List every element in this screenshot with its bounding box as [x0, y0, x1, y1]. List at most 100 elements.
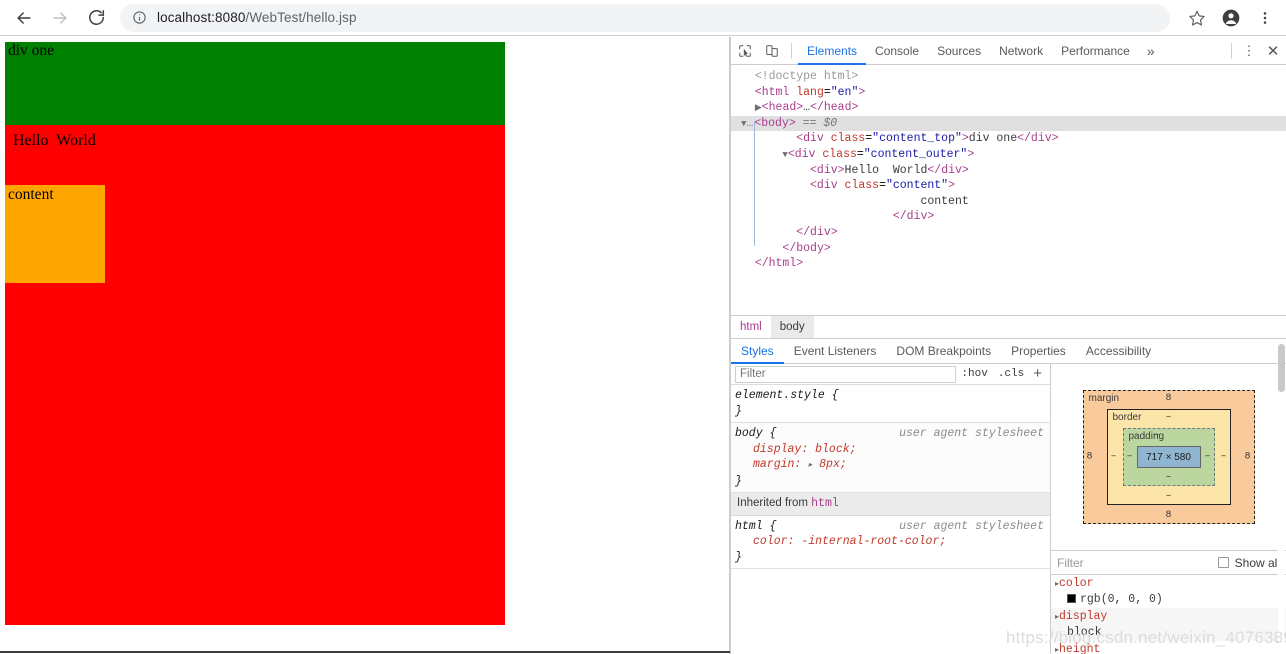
style-rule[interactable]: body {user agent stylesheet display: bloc…: [731, 423, 1050, 493]
site-info-icon[interactable]: [132, 10, 147, 25]
border-right-value[interactable]: –: [1220, 452, 1226, 463]
dom-node-line[interactable]: <div class="content">: [731, 178, 1286, 194]
devtools-tab-network[interactable]: Network: [990, 37, 1052, 64]
chevron-right-icon[interactable]: ▶: [755, 103, 762, 113]
border-bottom-value[interactable]: –: [1108, 491, 1230, 502]
devtools-tab-elements[interactable]: Elements: [798, 37, 867, 65]
color-swatch[interactable]: [1067, 594, 1076, 603]
device-toolbar-icon[interactable]: [758, 38, 785, 64]
computed-property-value: block: [1067, 626, 1102, 639]
dom-node-line[interactable]: <html lang="en">: [731, 85, 1286, 101]
computed-property-name[interactable]: ▸color: [1055, 576, 1286, 592]
padding-right-value[interactable]: –: [1204, 452, 1210, 463]
dom-node-line[interactable]: ▶<head>…</head>: [731, 100, 1286, 116]
declaration-value[interactable]: -internal-root-color: [801, 535, 939, 548]
div-content-top: div one: [5, 42, 505, 125]
computed-pane: margin 8 8 8 8 border – – – – padding –: [1051, 364, 1286, 654]
url-text: localhost:8080/WebTest/hello.jsp: [157, 10, 357, 25]
rule-selector[interactable]: body: [735, 427, 763, 440]
padding-top-value[interactable]: –: [1154, 430, 1160, 441]
devtools-settings-icon[interactable]: ⋮: [1238, 43, 1260, 59]
style-declaration[interactable]: display: block;: [735, 442, 1050, 458]
style-declaration[interactable]: margin: ▸ 8px;: [735, 457, 1050, 474]
dom-node-line[interactable]: <!doctype html>: [731, 69, 1286, 85]
dom-node-line[interactable]: ▼<div class="content_outer">: [731, 147, 1286, 163]
rule-origin: user agent stylesheet: [899, 519, 1044, 533]
tab-label: Performance: [1061, 43, 1130, 58]
box-model-padding[interactable]: padding – – – – 717 × 580: [1122, 428, 1215, 486]
style-rule[interactable]: html {user agent stylesheet color: -inter…: [731, 515, 1050, 569]
profile-button[interactable]: [1214, 0, 1248, 36]
margin-bottom-value[interactable]: 8: [1084, 510, 1254, 521]
computed-filter-input[interactable]: Filter: [1057, 556, 1084, 570]
chrome-menu-button[interactable]: [1248, 0, 1282, 36]
address-bar[interactable]: localhost:8080/WebTest/hello.jsp: [120, 3, 1170, 32]
breadcrumb-item-html[interactable]: html: [731, 316, 771, 338]
devtools-close-icon[interactable]: ✕: [1260, 42, 1286, 60]
styles-tab-dom-breakpoints[interactable]: DOM Breakpoints: [886, 339, 1001, 363]
computed-properties-list[interactable]: ▸colorrgb(0, 0, 0)▸displayblock▸height58…: [1051, 575, 1286, 654]
computed-property-row[interactable]: ▸color rgb(0, 0, 0): [1051, 575, 1286, 608]
dom-node-line[interactable]: <div class="content_top">div one</div>: [731, 131, 1286, 147]
tab-label: Network: [999, 43, 1044, 58]
box-model-margin[interactable]: margin 8 8 8 8 border – – – – padding –: [1082, 390, 1255, 524]
show-all-label: Show all: [1234, 555, 1280, 570]
cls-button[interactable]: .cls: [993, 368, 1029, 380]
tab-label: Console: [875, 43, 920, 58]
inspect-element-icon[interactable]: [731, 38, 758, 64]
box-model-border[interactable]: border – – – – padding – – – – 717 × 580: [1106, 409, 1231, 505]
styles-tab-event-listeners[interactable]: Event Listeners: [784, 339, 887, 363]
hov-button[interactable]: :hov: [956, 368, 992, 380]
devtools-tab-sources[interactable]: Sources: [928, 37, 990, 64]
devtools-tab-console[interactable]: Console: [866, 37, 928, 64]
show-all-checkbox[interactable]: [1217, 557, 1229, 568]
more-tabs-button[interactable]: »: [1139, 37, 1163, 64]
forward-button[interactable]: [42, 0, 78, 36]
dom-node-line[interactable]: </html>: [731, 256, 1286, 272]
border-left-value[interactable]: –: [1111, 452, 1117, 463]
computed-property-row[interactable]: ▸height580px: [1051, 641, 1286, 654]
styles-tab-styles[interactable]: Styles: [731, 339, 784, 364]
styles-scrollbar[interactable]: [1278, 344, 1285, 654]
dom-node-line[interactable]: </div>: [731, 209, 1286, 225]
computed-property-name[interactable]: ▸height: [1055, 642, 1286, 654]
styles-tab-properties[interactable]: Properties: [1001, 339, 1076, 363]
style-declaration[interactable]: color: -internal-root-color;: [735, 534, 1050, 550]
declaration-value[interactable]: 8px: [819, 458, 840, 471]
margin-left-value[interactable]: 8: [1087, 452, 1093, 463]
breadcrumb-item-body[interactable]: body: [770, 316, 814, 338]
new-style-rule-button[interactable]: +: [1029, 365, 1046, 382]
rule-selector[interactable]: html: [735, 520, 763, 533]
dom-node-line[interactable]: content: [731, 194, 1286, 210]
declaration-property: display: [753, 442, 802, 456]
inherited-source[interactable]: html: [811, 497, 839, 510]
margin-top-value[interactable]: 8: [1084, 393, 1254, 404]
dom-node-line[interactable]: <div>Hello World</div>: [731, 163, 1286, 179]
bookmark-button[interactable]: [1180, 0, 1214, 36]
declaration-value[interactable]: block: [815, 443, 850, 456]
computed-property-name[interactable]: ▸display: [1055, 609, 1286, 625]
styles-tab-accessibility[interactable]: Accessibility: [1076, 339, 1161, 363]
inherited-from-header: Inherited from html: [731, 493, 1050, 516]
back-button[interactable]: [6, 0, 42, 36]
style-rule[interactable]: element.style {}: [731, 385, 1050, 423]
styles-filter-input[interactable]: [735, 365, 957, 383]
dom-node-line[interactable]: </body>: [731, 241, 1286, 257]
dom-tree[interactable]: <!doctype html> <html lang="en"> ▶<head>…: [731, 65, 1286, 315]
rule-selector[interactable]: element.style: [735, 389, 825, 402]
scrollbar-thumb[interactable]: [1278, 344, 1285, 392]
expand-arrow-icon[interactable]: ▸: [808, 461, 812, 470]
declaration-property: color: [753, 535, 788, 548]
box-model-content-size[interactable]: 717 × 580: [1136, 446, 1201, 468]
padding-bottom-value[interactable]: –: [1124, 472, 1214, 483]
padding-left-value[interactable]: –: [1127, 452, 1133, 463]
breadcrumb: html body: [731, 315, 1286, 339]
margin-right-value[interactable]: 8: [1244, 452, 1250, 463]
reload-button[interactable]: [78, 0, 114, 36]
dom-node-line[interactable]: ▼…<body> == $0: [731, 115, 1286, 132]
border-top-value[interactable]: –: [1108, 412, 1230, 423]
computed-property-row[interactable]: ▸display block: [1051, 608, 1286, 641]
show-all-toggle[interactable]: Show all: [1217, 555, 1280, 570]
dom-node-line[interactable]: </div>: [731, 225, 1286, 241]
devtools-tab-performance[interactable]: Performance: [1052, 37, 1139, 64]
